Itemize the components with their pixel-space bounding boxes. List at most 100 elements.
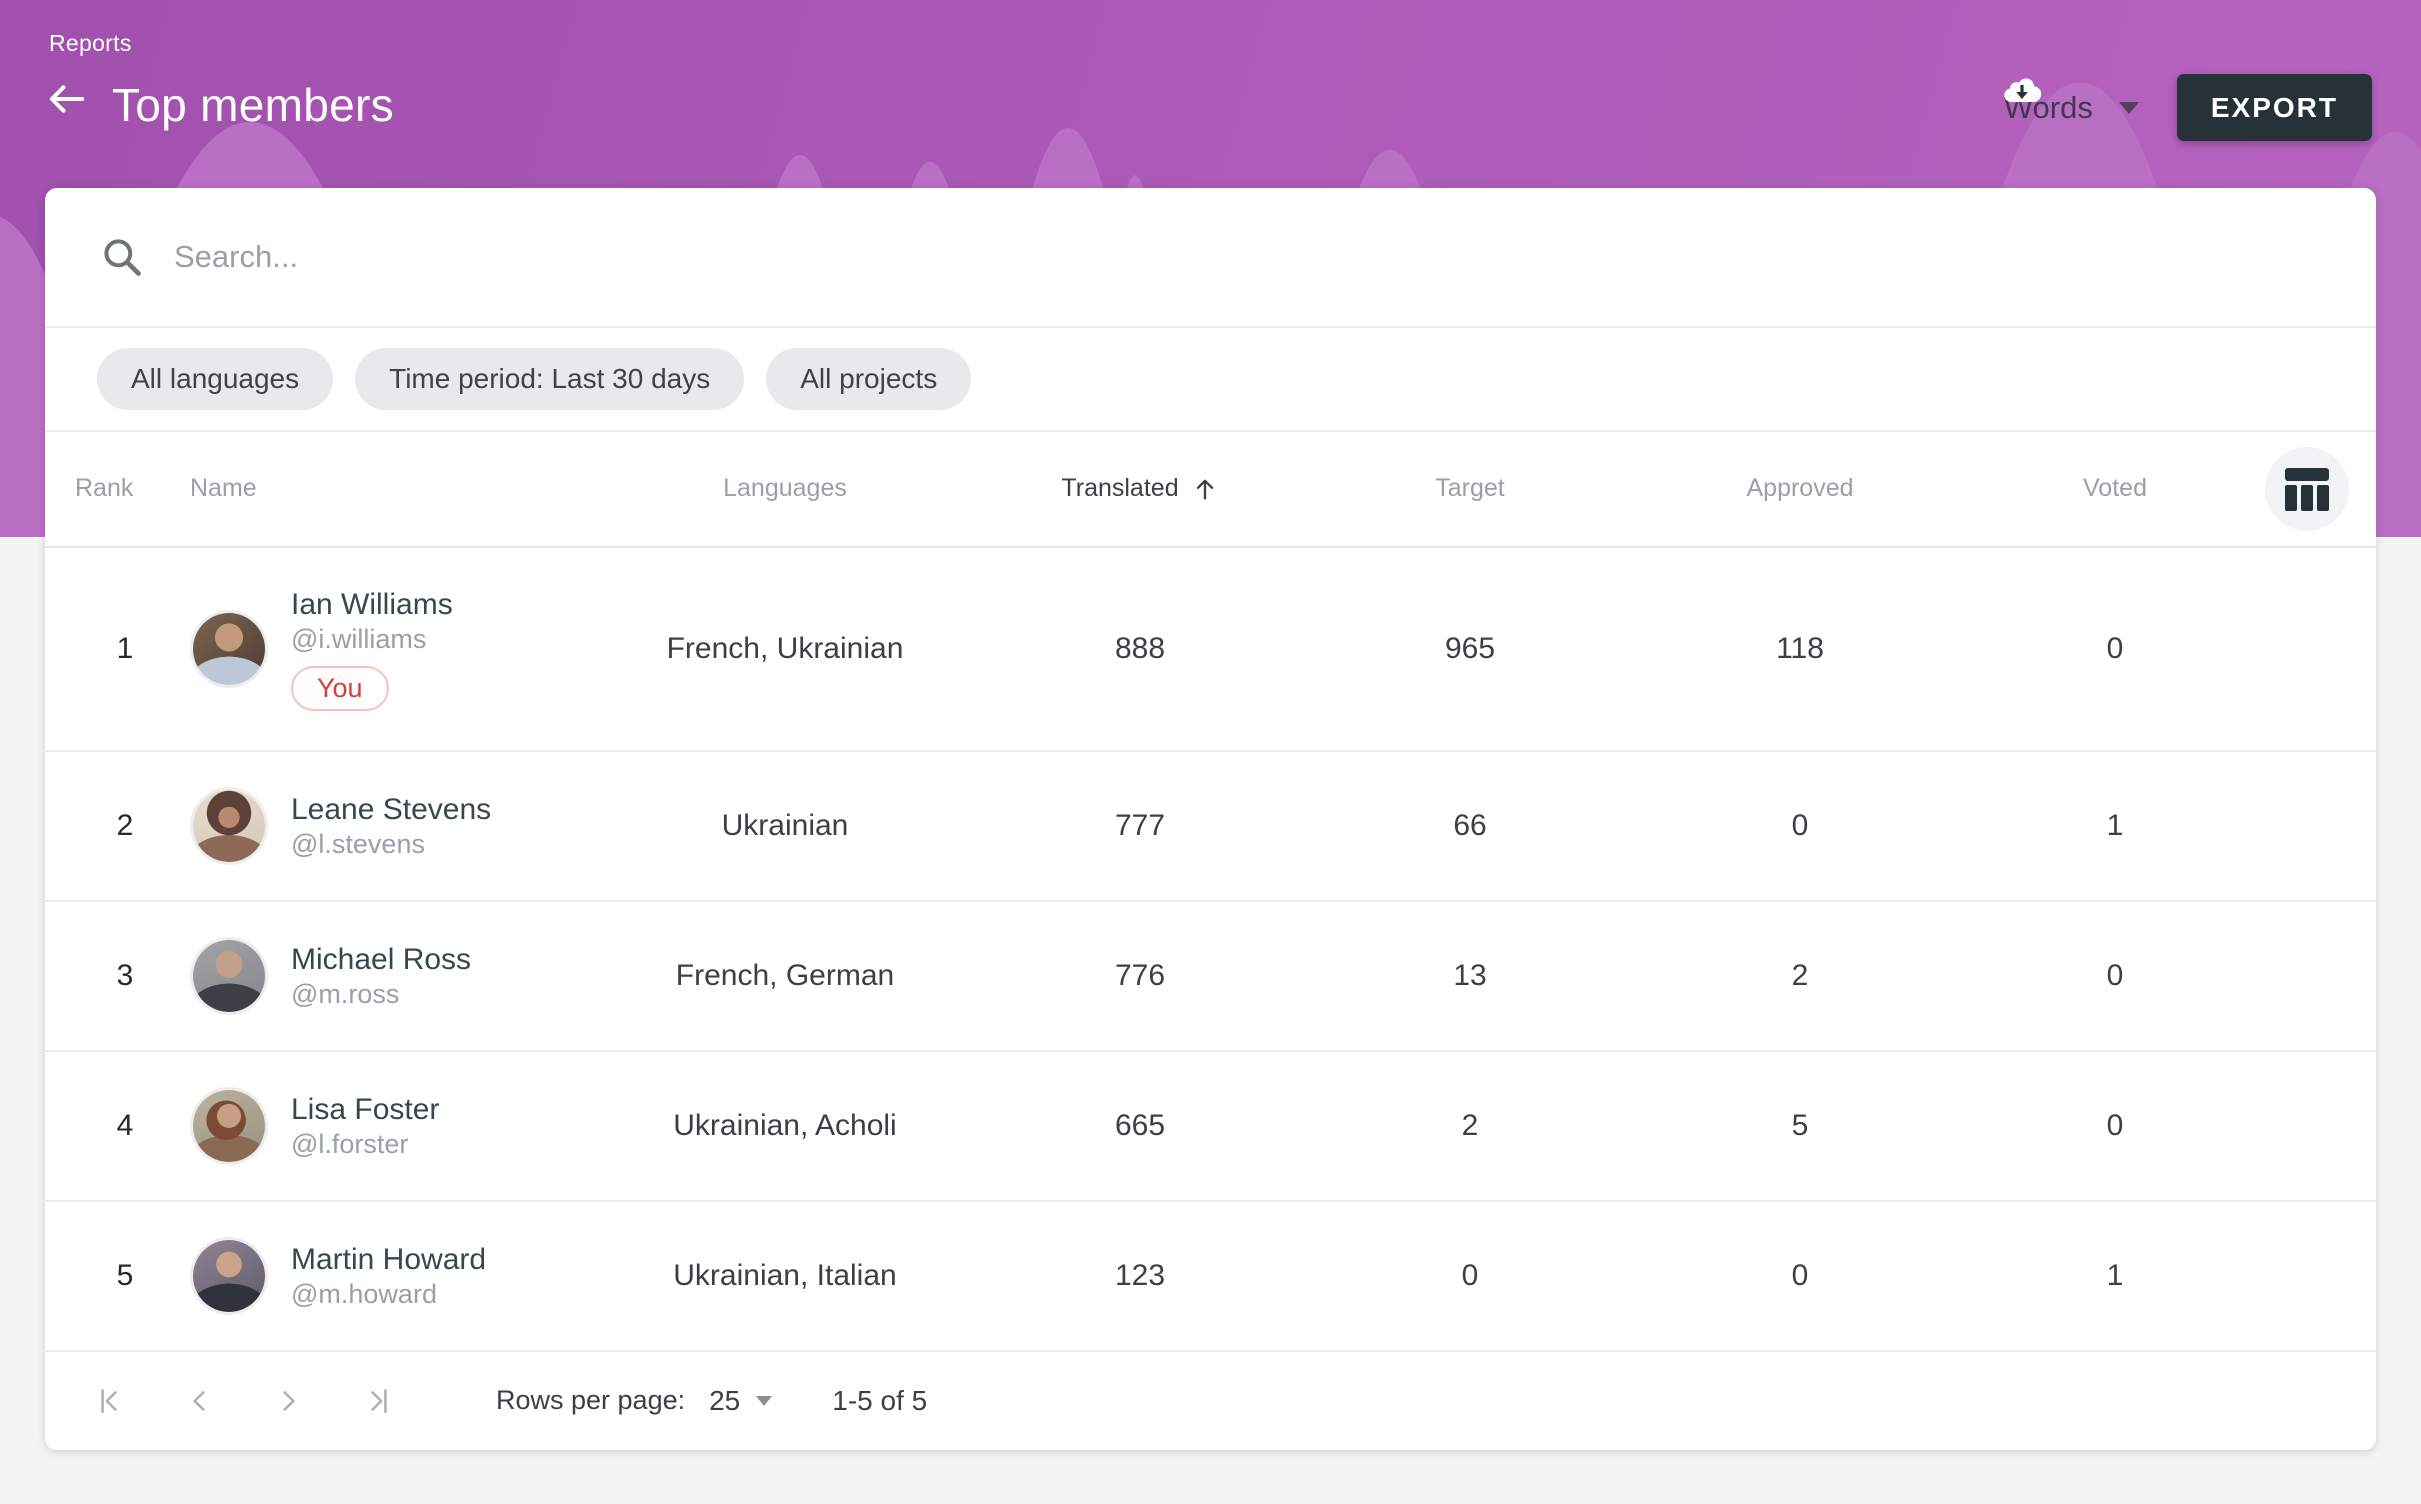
approved-cell: 5 [1635,1109,1965,1143]
table-row[interactable]: 3 Michael Ross @m.ross French, German 77… [45,902,2376,1052]
avatar [193,1240,265,1312]
column-header-voted[interactable]: Voted [1965,474,2265,503]
approved-cell: 2 [1635,959,1965,993]
member-username: @m.ross [291,978,471,1011]
table-header: Rank Name Languages Translated Target Ap… [45,432,2376,548]
rank-cell: 5 [75,1259,175,1293]
translated-cell: 123 [975,1259,1305,1293]
table-row[interactable]: 4 Lisa Foster @l.forster Ukrainian, Acho… [45,1052,2376,1202]
column-header-languages[interactable]: Languages [595,474,975,503]
export-button[interactable]: EXPORT [2177,74,2372,141]
voted-cell: 0 [1965,632,2265,666]
search-bar [45,188,2376,328]
export-button-label: EXPORT [2211,92,2338,124]
target-cell: 66 [1305,809,1635,843]
caret-down-icon [2119,102,2139,114]
member-name: Lisa Foster [291,1091,439,1128]
chevron-right-icon [274,1386,304,1416]
arrow-left-icon [46,78,88,120]
avatar [193,790,265,862]
voted-cell: 1 [1965,809,2265,843]
table-row[interactable]: 1 Ian Williams @i.williams You French, U… [45,548,2376,752]
top-members-report-page: Reports Top members Words [0,0,2421,1504]
member-name: Ian Williams [291,586,453,623]
translated-cell: 888 [975,632,1305,666]
filter-chip-time-period[interactable]: Time period: Last 30 days [355,348,744,410]
member-cell: Michael Ross @m.ross [175,940,595,1012]
next-page-button[interactable] [261,1373,317,1429]
languages-cell: French, German [595,959,975,993]
rows-per-page-value: 25 [709,1385,740,1417]
member-name: Martin Howard [291,1241,486,1278]
column-settings-button[interactable] [2265,447,2349,531]
table-row[interactable]: 5 Martin Howard @m.howard Ukrainian, Ita… [45,1202,2376,1352]
voted-cell: 0 [1965,1109,2265,1143]
column-header-translated[interactable]: Translated [975,474,1305,503]
member-username: @l.forster [291,1128,439,1161]
rows-per-page-select[interactable]: 25 [709,1385,772,1417]
rank-cell: 4 [75,1109,175,1143]
translated-cell: 777 [975,809,1305,843]
pagination-range: 1-5 of 5 [832,1385,927,1417]
pagination-bar: Rows per page: 25 1-5 of 5 [45,1352,2376,1450]
column-header-target[interactable]: Target [1305,474,1635,503]
member-cell: Lisa Foster @l.forster [175,1090,595,1162]
you-badge: You [291,666,389,711]
languages-cell: Ukrainian, Italian [595,1259,975,1293]
target-cell: 965 [1305,632,1635,666]
first-page-icon [94,1386,124,1416]
arrow-up-icon [1191,475,1219,503]
voted-cell: 1 [1965,1259,2265,1293]
approved-cell: 0 [1635,809,1965,843]
page-title: Top members [112,78,394,132]
rank-cell: 3 [75,959,175,993]
avatar [193,940,265,1012]
table-row[interactable]: 2 Leane Stevens @l.stevens Ukrainian 777… [45,752,2376,902]
report-card: All languages Time period: Last 30 days … [45,188,2376,1450]
chevron-left-icon [184,1386,214,1416]
column-header-rank: Rank [75,474,175,503]
search-input[interactable] [172,238,1076,276]
first-page-button[interactable] [81,1373,137,1429]
caret-down-icon [756,1396,772,1406]
column-header-approved[interactable]: Approved [1635,474,1965,503]
member-cell: Martin Howard @m.howard [175,1240,595,1312]
table-columns-icon [2284,466,2330,512]
member-username: @l.stevens [291,828,491,861]
target-cell: 0 [1305,1259,1635,1293]
languages-cell: Ukrainian, Acholi [595,1109,975,1143]
voted-cell: 0 [1965,959,2265,993]
member-name: Michael Ross [291,941,471,978]
member-cell: Leane Stevens @l.stevens [175,790,595,862]
search-icon [100,235,144,279]
member-username: @m.howard [291,1278,486,1311]
previous-page-button[interactable] [171,1373,227,1429]
member-username: @i.williams [291,623,453,656]
target-cell: 13 [1305,959,1635,993]
filter-chip-languages[interactable]: All languages [97,348,333,410]
member-cell: Ian Williams @i.williams You [175,586,595,711]
breadcrumb: Reports [49,30,132,57]
rank-cell: 1 [75,632,175,666]
translated-cell: 665 [975,1109,1305,1143]
languages-cell: French, Ukrainian [595,632,975,666]
member-name: Leane Stevens [291,791,491,828]
translated-cell: 776 [975,959,1305,993]
column-header-name[interactable]: Name [175,474,595,503]
filter-chips: All languages Time period: Last 30 days … [45,328,2376,431]
table-body: 1 Ian Williams @i.williams You French, U… [45,548,2376,1352]
back-button[interactable] [46,83,90,127]
approved-cell: 0 [1635,1259,1965,1293]
filter-chip-projects[interactable]: All projects [766,348,971,410]
last-page-icon [364,1386,394,1416]
cloud-download-icon [2002,74,2042,104]
approved-cell: 118 [1635,632,1965,666]
rank-cell: 2 [75,809,175,843]
rows-per-page-label: Rows per page: [496,1385,685,1416]
column-header-translated-label: Translated [1061,474,1178,503]
avatar [193,1090,265,1162]
avatar [193,613,265,685]
last-page-button[interactable] [351,1373,407,1429]
target-cell: 2 [1305,1109,1635,1143]
languages-cell: Ukrainian [595,809,975,843]
